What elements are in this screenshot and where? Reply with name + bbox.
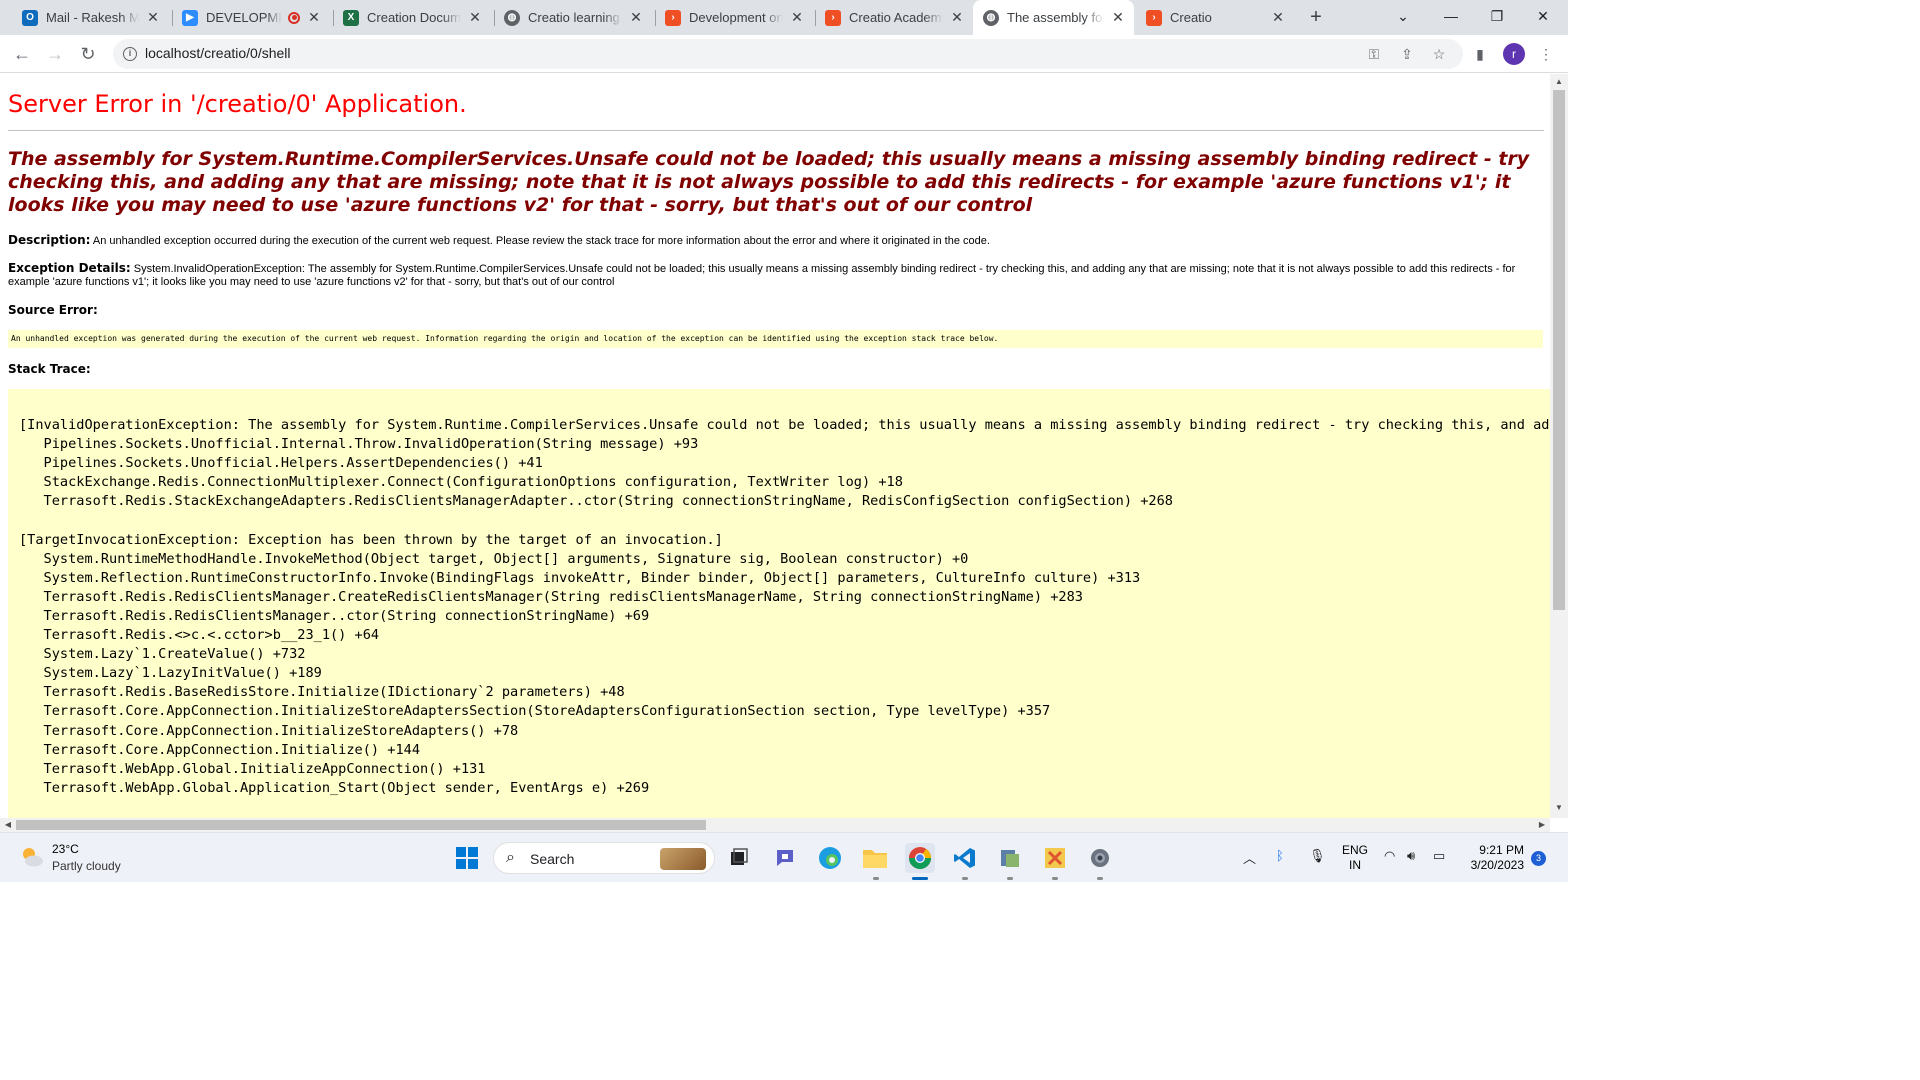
weather-description[interactable]: Partly cloudy bbox=[52, 859, 121, 873]
close-icon[interactable]: ✕ bbox=[949, 9, 965, 26]
outlook-icon: O bbox=[22, 9, 38, 26]
volume-icon[interactable]: 🔊︎ bbox=[1407, 848, 1415, 864]
back-arrow-icon[interactable]: ← bbox=[8, 40, 36, 68]
scroll-right-arrow-icon[interactable]: ▶ bbox=[1537, 820, 1547, 830]
tab-the-assembly-active[interactable]: ◍ The assembly for System ✕ bbox=[973, 0, 1134, 35]
reload-icon[interactable]: ↻ bbox=[74, 40, 102, 68]
notification-badge[interactable]: 3 bbox=[1531, 851, 1546, 866]
microphone-icon[interactable]: 🎙︎ bbox=[1309, 848, 1326, 864]
tab-creatio-academy[interactable]: › Creatio Academy ✕ bbox=[815, 4, 973, 31]
bluetooth-icon[interactable]: ᛒ bbox=[1276, 848, 1284, 863]
scroll-left-arrow-icon[interactable]: ◀ bbox=[3, 820, 13, 830]
source-error-box: An unhandled exception was generated dur… bbox=[8, 330, 1543, 348]
restore-icon[interactable]: ❐ bbox=[1474, 0, 1520, 32]
page-title: Server Error in '/creatio/0' Application… bbox=[8, 90, 467, 118]
show-hidden-icons-chevron-icon[interactable]: ︿ bbox=[1243, 848, 1256, 867]
side-panel-icon[interactable]: ▮ bbox=[1471, 45, 1489, 63]
battery-icon[interactable]: ▭ bbox=[1433, 848, 1445, 864]
tab-creation-document[interactable]: X Creation Document ✕ bbox=[333, 4, 491, 31]
menu-kebab-icon[interactable]: ⋮ bbox=[1537, 45, 1555, 63]
search-highlight-icon bbox=[660, 848, 706, 870]
exception-details-paragraph: Exception Details: System.InvalidOperati… bbox=[8, 262, 1548, 289]
horizontal-scroll-thumb[interactable] bbox=[16, 820, 706, 830]
running-indicator bbox=[873, 877, 879, 880]
edge-browser-icon[interactable] bbox=[815, 843, 845, 873]
page-content: Server Error in '/creatio/0' Application… bbox=[0, 74, 1550, 818]
creatio-icon: › bbox=[665, 9, 681, 26]
new-tab-button[interactable]: + bbox=[1305, 6, 1327, 28]
stack-trace-label: Stack Trace: bbox=[8, 362, 91, 376]
creatio-icon: › bbox=[1146, 9, 1162, 26]
minimize-icon[interactable]: — bbox=[1428, 0, 1474, 32]
active-app-indicator bbox=[912, 877, 928, 880]
exception-label: Exception Details: bbox=[8, 261, 131, 275]
url-text[interactable]: localhost/creatio/0/shell bbox=[145, 45, 291, 61]
running-indicator bbox=[1052, 877, 1058, 880]
tab-development-zoom[interactable]: ▶ DEVELOPMENT ✕ bbox=[172, 4, 330, 31]
taskbar-search[interactable]: ⌕ Search bbox=[493, 842, 715, 874]
language-indicator[interactable]: ENG IN bbox=[1342, 843, 1368, 873]
browser-toolbar: ← → ↻ i localhost/creatio/0/shell ⚿ ⇪ ☆ … bbox=[0, 35, 1568, 73]
window-close-icon[interactable]: ✕ bbox=[1520, 0, 1566, 32]
tab-strip: O Mail - Rakesh Mali - Outlook ✕ ▶ DEVEL… bbox=[0, 0, 1568, 35]
description-paragraph: Description: An unhandled exception occu… bbox=[8, 234, 1548, 248]
partly-cloudy-icon[interactable] bbox=[18, 843, 46, 871]
close-icon[interactable]: ✕ bbox=[1270, 9, 1286, 26]
address-bar[interactable]: i localhost/creatio/0/shell bbox=[113, 39, 1463, 69]
windows-taskbar: 23°C Partly cloudy ⌕ Search ︿ ᛒ 🎙︎ ENG I… bbox=[0, 832, 1568, 882]
running-indicator bbox=[1007, 877, 1013, 880]
zoom-icon: ▶ bbox=[182, 9, 198, 26]
stack-trace-box: [InvalidOperationException: The assembly… bbox=[8, 389, 1550, 818]
key-icon[interactable]: ⚿ bbox=[1365, 45, 1383, 63]
vertical-scrollbar[interactable]: ▲ ▼ bbox=[1550, 74, 1568, 818]
description-text: An unhandled exception occurred during t… bbox=[92, 235, 990, 247]
wifi-icon[interactable]: ◠ bbox=[1384, 848, 1395, 864]
close-icon[interactable]: ✕ bbox=[145, 9, 161, 26]
windows-start-icon[interactable] bbox=[452, 843, 482, 873]
close-icon[interactable]: ✕ bbox=[467, 9, 483, 26]
scroll-down-arrow-icon[interactable]: ▼ bbox=[1554, 803, 1564, 813]
globe-icon: ◍ bbox=[504, 9, 520, 26]
file-explorer-icon[interactable] bbox=[860, 843, 890, 873]
exception-text: System.InvalidOperationException: The as… bbox=[8, 263, 1516, 288]
close-icon[interactable]: ✕ bbox=[1110, 9, 1126, 26]
app-settings-gears-icon[interactable] bbox=[995, 843, 1025, 873]
search-icon: ⌕ bbox=[506, 849, 515, 866]
horizontal-scrollbar[interactable]: ◀ ▶ bbox=[0, 818, 1550, 832]
tab-development-on-creatio[interactable]: › Development on Creatio ✕ bbox=[655, 4, 813, 31]
description-label: Description: bbox=[8, 233, 91, 247]
error-message: The assembly for System.Runtime.Compiler… bbox=[8, 148, 1530, 216]
chrome-browser-icon[interactable] bbox=[905, 843, 935, 873]
close-icon[interactable]: ✕ bbox=[789, 9, 805, 26]
system-clock[interactable]: 9:21 PM 3/20/2023 bbox=[1462, 843, 1524, 873]
forward-arrow-icon[interactable]: → bbox=[41, 40, 69, 68]
vscode-icon[interactable] bbox=[950, 843, 980, 873]
running-indicator bbox=[1097, 877, 1103, 880]
divider bbox=[8, 130, 1544, 131]
recording-indicator-icon bbox=[288, 11, 300, 24]
app-puzzle-icon[interactable] bbox=[1040, 843, 1070, 873]
stack-trace-text: [InvalidOperationException: The assembly… bbox=[19, 417, 1550, 796]
settings-gear-icon[interactable] bbox=[1085, 843, 1115, 873]
profile-avatar[interactable]: r bbox=[1503, 43, 1525, 65]
excel-icon: X bbox=[343, 9, 359, 26]
share-icon[interactable]: ⇪ bbox=[1398, 45, 1416, 63]
teams-chat-icon[interactable] bbox=[770, 843, 800, 873]
task-view-icon[interactable] bbox=[724, 843, 754, 873]
tab-creatio[interactable]: › Creatio ✕ bbox=[1136, 4, 1294, 31]
running-indicator bbox=[962, 877, 968, 880]
site-info-icon[interactable]: i bbox=[123, 47, 137, 61]
scroll-up-arrow-icon[interactable]: ▲ bbox=[1554, 77, 1564, 87]
source-error-label: Source Error: bbox=[8, 303, 98, 317]
tab-outlook-mail[interactable]: O Mail - Rakesh Mali - Outlook ✕ bbox=[12, 4, 169, 31]
close-icon[interactable]: ✕ bbox=[306, 9, 322, 26]
tab-creatio-learning[interactable]: ◍ Creatio learning this ✕ bbox=[494, 4, 652, 31]
tab-search-chevron-icon[interactable]: ⌄ bbox=[1380, 0, 1426, 32]
weather-temperature[interactable]: 23°C bbox=[52, 842, 79, 856]
close-icon[interactable]: ✕ bbox=[628, 9, 644, 26]
bookmark-star-icon[interactable]: ☆ bbox=[1430, 45, 1448, 63]
globe-icon: ◍ bbox=[983, 9, 999, 26]
vertical-scroll-thumb[interactable] bbox=[1553, 90, 1565, 610]
creatio-icon: › bbox=[825, 9, 841, 26]
